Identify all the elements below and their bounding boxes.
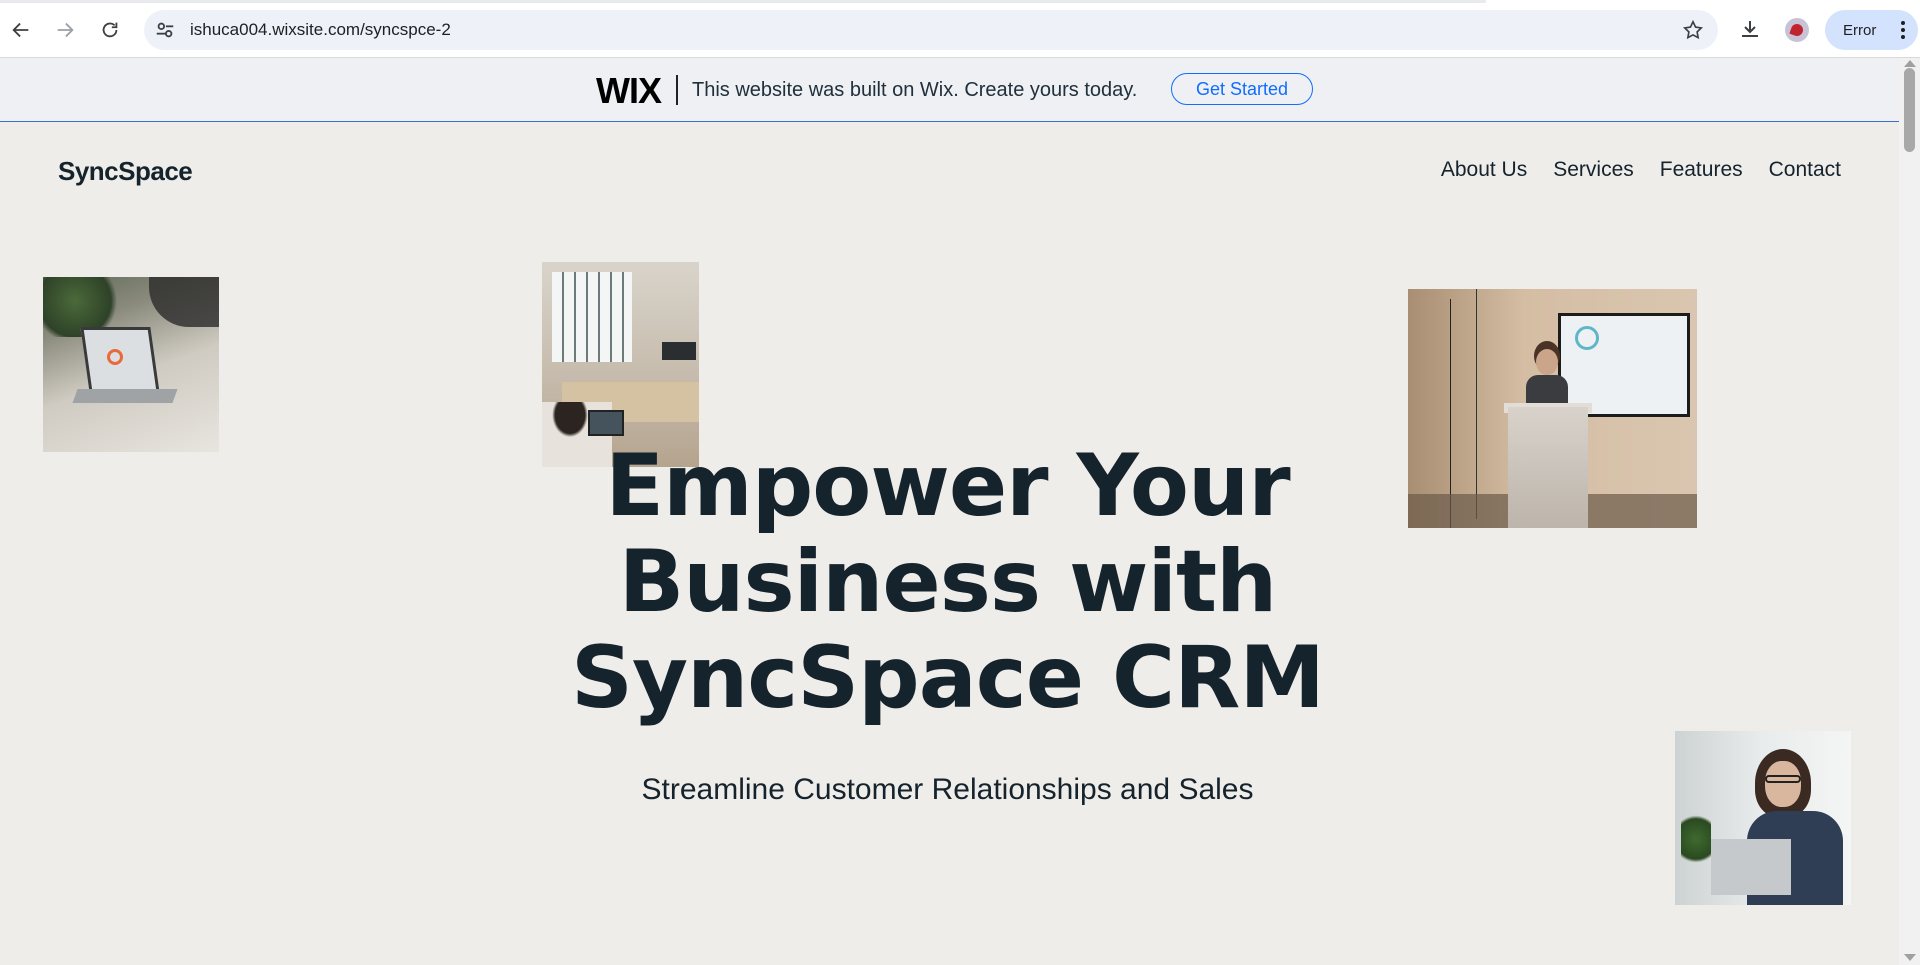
- nav-about-us[interactable]: About Us: [1441, 158, 1527, 182]
- browser-toolbar: ishuca004.wixsite.com/syncspce-2 Error: [0, 0, 1920, 58]
- hero-heading: Empower Your Business with SyncSpace CRM: [480, 438, 1415, 726]
- hero-subtitle: Streamline Customer Relationships and Sa…: [641, 773, 1254, 806]
- wix-logo[interactable]: WIX: [596, 70, 662, 112]
- wix-banner: WIX This website was built on Wix. Creat…: [0, 58, 1899, 122]
- banner-text: This website was built on Wix. Create yo…: [692, 79, 1138, 101]
- tune-icon[interactable]: [154, 19, 176, 41]
- address-bar[interactable]: ishuca004.wixsite.com/syncspce-2: [144, 10, 1718, 50]
- kebab-menu-icon[interactable]: [1901, 21, 1905, 39]
- main-nav: About Us Services Features Contact: [1441, 158, 1841, 182]
- banner-divider: [676, 75, 678, 105]
- woman-laptop-photo: [1675, 731, 1851, 905]
- page-scrollbar[interactable]: [1899, 58, 1920, 965]
- url-text[interactable]: ishuca004.wixsite.com/syncspce-2: [190, 20, 451, 40]
- scroll-up-icon[interactable]: [1904, 60, 1916, 67]
- site-logo[interactable]: SyncSpace: [58, 156, 193, 187]
- nav-features[interactable]: Features: [1660, 158, 1743, 182]
- hero-line: SyncSpace CRM: [571, 628, 1325, 728]
- profile-error-button[interactable]: Error: [1825, 10, 1918, 50]
- profile-error-label: Error: [1843, 21, 1877, 39]
- get-started-button[interactable]: Get Started: [1171, 73, 1313, 105]
- reload-icon[interactable]: [92, 13, 128, 47]
- star-icon[interactable]: [1682, 19, 1704, 41]
- download-icon[interactable]: [1738, 17, 1762, 41]
- back-arrow-icon[interactable]: [3, 13, 39, 47]
- profile-avatar[interactable]: [1785, 18, 1809, 42]
- forward-arrow-icon[interactable]: [47, 13, 83, 47]
- hero-line: Empower Your: [605, 436, 1290, 536]
- scroll-thumb[interactable]: [1904, 68, 1915, 152]
- nav-services[interactable]: Services: [1553, 158, 1634, 182]
- scroll-down-icon[interactable]: [1904, 954, 1916, 961]
- nav-contact[interactable]: Contact: [1769, 158, 1841, 182]
- laptop-photo: [43, 277, 219, 452]
- loading-bar: [0, 0, 1486, 3]
- hero-line: Business with: [618, 532, 1278, 632]
- presenter-photo: [1408, 289, 1697, 528]
